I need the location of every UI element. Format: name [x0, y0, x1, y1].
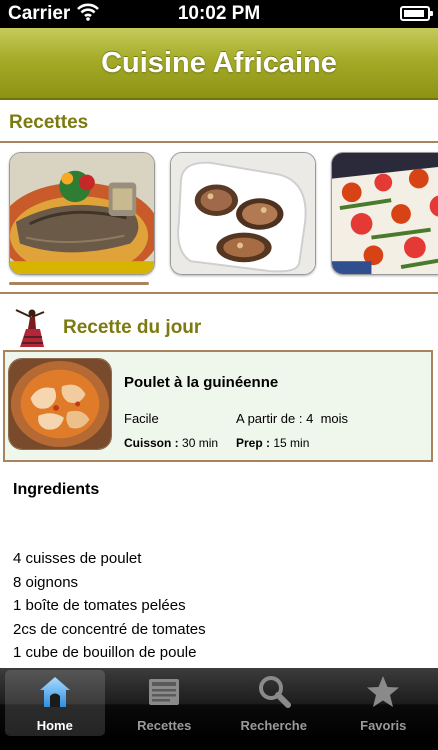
- carousel-scroll-indicator: [9, 282, 149, 285]
- recipe-prep-time: Prep : 15 min: [236, 436, 309, 450]
- tab-favoris[interactable]: Favoris: [329, 668, 438, 740]
- tomato-dish-photo[interactable]: [331, 152, 438, 275]
- stuffed-eggplant-photo[interactable]: [170, 152, 316, 275]
- status-bar: Carrier 10:02 PM: [0, 0, 438, 28]
- recipe-cook-time: Cuisson : 30 min: [124, 436, 218, 450]
- bottom-bezel: [0, 740, 438, 750]
- tab-label: Favoris: [360, 718, 407, 733]
- tab-label: Home: [36, 718, 73, 733]
- recipe-carousel[interactable]: [0, 152, 438, 276]
- ingredient-item: 2cs de concentré de tomates: [13, 620, 206, 638]
- dancer-icon: [10, 307, 46, 349]
- tab-label: Recettes: [137, 718, 192, 733]
- recette-du-jour-heading: Recette du jour: [63, 317, 202, 338]
- tab-bar: Home Recettes Recherche Favoris: [0, 668, 438, 740]
- ingredients-list: 4 cuisses de poulet 8 oignons 1 boîte de…: [13, 547, 206, 665]
- ingredients-title: Ingredients: [13, 481, 100, 498]
- cook-label: Cuisson :: [124, 436, 179, 450]
- recipes-icon: [146, 674, 182, 710]
- recipe-age: A partir de : 4 mois: [236, 411, 348, 426]
- grilled-fish-photo[interactable]: [9, 152, 155, 275]
- tab-recettes[interactable]: Recettes: [110, 668, 220, 740]
- tab-recherche[interactable]: Recherche: [219, 668, 329, 740]
- recipe-of-the-day-card[interactable]: Poulet à la guinéenne Facile A partir de…: [3, 350, 433, 462]
- status-time: 10:02 PM: [177, 3, 261, 24]
- section-divider: [0, 292, 438, 294]
- tab-label: Recherche: [240, 718, 307, 733]
- ingredient-item: 1 boîte de tomates pelées: [13, 597, 186, 614]
- recipe-name: Poulet à la guinéenne: [124, 374, 279, 391]
- star-icon: [365, 674, 401, 710]
- tab-home[interactable]: Home: [0, 668, 110, 740]
- battery-icon: [400, 6, 433, 21]
- ingredient-item: 4 cuisses de poulet: [13, 550, 142, 567]
- ingredient-item: 1 cube de bouillon de poule: [13, 644, 197, 661]
- home-icon: [37, 674, 73, 710]
- app-screen: Cuisine Africaine Recettes Recette du jo…: [0, 28, 438, 668]
- prep-label: Prep :: [236, 436, 271, 450]
- section-divider: [0, 141, 438, 143]
- age-value: 4: [306, 411, 314, 426]
- recipe-difficulty: Facile: [124, 411, 159, 426]
- age-label: A partir de :: [236, 411, 303, 426]
- chicken-dish-photo: [8, 358, 112, 450]
- ingredient-item: 8 oignons: [13, 573, 79, 591]
- cook-value: 30 min: [182, 436, 219, 450]
- app-title: Cuisine Africaine: [101, 46, 337, 79]
- search-icon: [256, 674, 292, 710]
- age-unit: mois: [320, 411, 349, 426]
- navigation-header: Cuisine Africaine: [0, 28, 438, 100]
- recettes-heading: Recettes: [9, 112, 89, 133]
- prep-value: 15 min: [273, 436, 310, 450]
